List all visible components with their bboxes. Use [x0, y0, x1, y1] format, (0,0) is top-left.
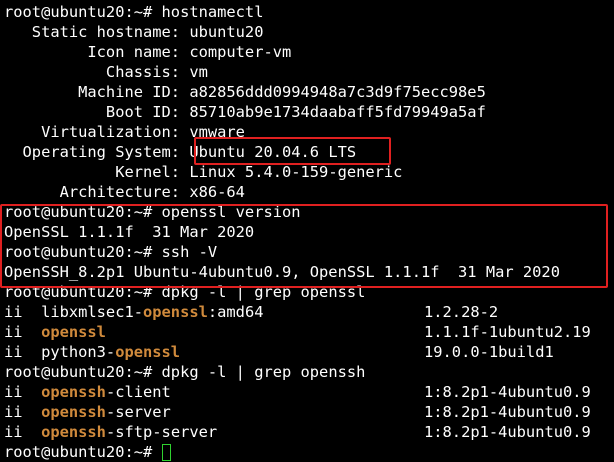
package-name-suffix: -server: [105, 403, 171, 421]
package-name-match: openssh: [41, 383, 106, 401]
hostnamectl-field: Kernel: Linux 5.4.0-159-generic: [4, 162, 560, 182]
hostnamectl-field: Static hostname: ubuntu20: [4, 22, 560, 42]
text-cursor: [161, 444, 171, 461]
package-name-prefix: ii: [4, 403, 42, 421]
ssh-version-output: OpenSSH_8.2p1 Ubuntu-4ubuntu0.9, OpenSSL…: [4, 263, 560, 281]
command-text: dpkg -l | grep openssl: [161, 283, 366, 301]
package-name-prefix: ii: [4, 423, 42, 441]
package-name-match: openssh: [41, 423, 106, 441]
active-prompt-line[interactable]: root@ubuntu20:~#: [4, 442, 560, 462]
hostnamectl-field: Virtualization: vmware: [4, 122, 560, 142]
field-value: vmware: [189, 123, 245, 141]
terminal-window: { "prompt": "root@ubuntu20:~# ", "cmd1":…: [0, 0, 614, 462]
field-value: 85710ab9e1734daabaff5fd79949a5af: [189, 103, 486, 121]
field-label: Icon name:: [4, 43, 190, 61]
shell-prompt: root@ubuntu20:~#: [4, 363, 162, 381]
field-value: x86-64: [189, 183, 245, 201]
package-name-suffix: -client: [105, 383, 171, 401]
command-line-hostnamectl: root@ubuntu20:~# hostnamectl: [4, 2, 560, 22]
package-row: ii libxmlsec1-openssl:amd64 1.2.28-2: [4, 302, 560, 322]
shell-prompt: root@ubuntu20:~#: [4, 203, 162, 221]
command-text: hostnamectl: [161, 3, 264, 21]
terminal-output: root@ubuntu20:~# hostnamectl Static host…: [4, 2, 591, 462]
command-line-dpkg-openssl: root@ubuntu20:~# dpkg -l | grep openssl: [4, 282, 560, 302]
shell-prompt: root@ubuntu20:~#: [4, 243, 162, 261]
package-name-match: openssl: [143, 303, 208, 321]
field-label: Static hostname:: [4, 23, 190, 41]
package-name-prefix: ii: [4, 323, 42, 341]
package-name-prefix: ii python3-: [4, 343, 116, 361]
hostnamectl-field: Chassis: vm: [4, 62, 560, 82]
field-value: vm: [189, 63, 208, 81]
hostnamectl-field: Icon name: computer-vm: [4, 42, 560, 62]
openssl-version-output: OpenSSL 1.1.1f 31 Mar 2020: [4, 223, 255, 241]
package-row: ii python3-openssl 19.0.0-1build1: [4, 342, 560, 362]
command-line-dpkg-openssh: root@ubuntu20:~# dpkg -l | grep openssh: [4, 362, 560, 382]
package-name-prefix: ii: [4, 383, 42, 401]
field-value: Ubuntu 20.04.6 LTS: [189, 143, 357, 161]
shell-prompt: root@ubuntu20:~#: [4, 3, 162, 21]
package-name-suffix: -sftp-server: [105, 423, 218, 441]
hostnamectl-field: Machine ID: a82856ddd0994948a7c3d9f75ecc…: [4, 82, 560, 102]
package-version: 1.1.1f-1ubuntu2.19: [424, 323, 591, 341]
package-version: 1.2.28-2: [424, 303, 499, 321]
field-label: Architecture:: [4, 183, 190, 201]
package-name-match: openssl: [41, 323, 106, 341]
field-label: Operating System:: [4, 143, 190, 161]
command-text: openssl version: [161, 203, 301, 221]
package-name-match: openssl: [115, 343, 181, 361]
command-text: dpkg -l | grep openssh: [161, 363, 366, 381]
package-name-match: openssh: [41, 403, 106, 421]
package-name-prefix: ii libxmlsec1-: [4, 303, 143, 321]
package-name-suffix: :amd64: [207, 303, 264, 321]
field-label: Virtualization:: [4, 123, 190, 141]
package-version: 1:8.2p1-4ubuntu0.9: [424, 423, 591, 441]
hostnamectl-field: Operating System: Ubuntu 20.04.6 LTS: [4, 142, 560, 162]
field-value: computer-vm: [189, 43, 292, 61]
package-version: 19.0.0-1build1: [424, 343, 554, 361]
shell-prompt: root@ubuntu20:~#: [4, 443, 162, 461]
package-row: ii openssh-client 1:8.2p1-4ubuntu0.9: [4, 382, 591, 402]
command-text: ssh -V: [161, 243, 218, 261]
field-value: ubuntu20: [189, 23, 264, 41]
package-version: 1:8.2p1-4ubuntu0.9: [424, 403, 591, 421]
field-label: Boot ID:: [4, 103, 190, 121]
shell-prompt: root@ubuntu20:~#: [4, 283, 162, 301]
field-label: Kernel:: [4, 163, 190, 181]
field-value: Linux 5.4.0-159-generic: [189, 163, 403, 181]
hostnamectl-field: Architecture: x86-64: [4, 182, 560, 202]
field-value: a82856ddd0994948a7c3d9f75ecc98e5: [189, 83, 486, 101]
package-version: 1:8.2p1-4ubuntu0.9: [424, 383, 591, 401]
command-line-ssh-version: root@ubuntu20:~# ssh -V: [4, 242, 560, 262]
field-label: Machine ID:: [4, 83, 190, 101]
package-row: ii openssh-server 1:8.2p1-4ubuntu0.9: [4, 402, 591, 422]
package-row: ii openssh-sftp-server 1:8.2p1-4ubuntu0.9: [4, 422, 591, 442]
command-line-openssl-version: root@ubuntu20:~# openssl version: [4, 202, 560, 222]
package-row: ii openssl 1.1.1f-1ubuntu2.19: [4, 322, 591, 342]
field-label: Chassis:: [4, 63, 190, 81]
hostnamectl-field: Boot ID: 85710ab9e1734daabaff5fd79949a5a…: [4, 102, 560, 122]
